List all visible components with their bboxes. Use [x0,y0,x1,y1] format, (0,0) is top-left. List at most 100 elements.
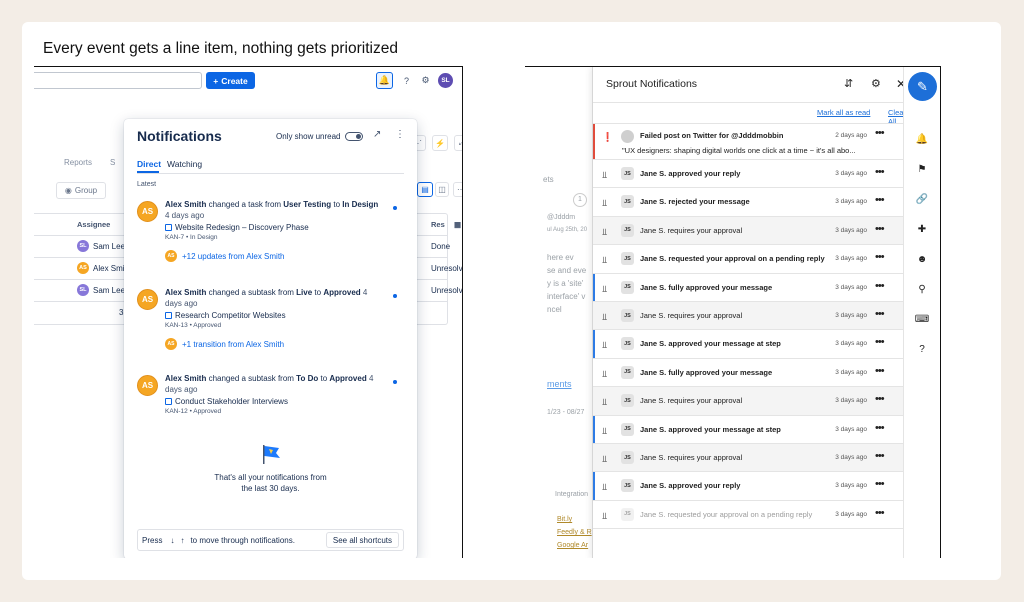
background-text: ncel [547,305,562,314]
avatar[interactable]: SL [438,73,453,88]
bell-icon[interactable]: 🔔 [914,131,930,147]
alert-notification-row[interactable]: ❗ Failed post on Twitter for @Jdddmobbin "… [593,124,905,160]
more-options-icon[interactable]: ••• [875,393,885,405]
issue-link[interactable]: Conduct Stakeholder Interviews [165,397,288,406]
timestamp: 3 days ago [835,510,867,518]
notification-row[interactable]: ⫫ JS Jane S. approved your message at step… [593,415,905,444]
notification-row[interactable]: ⫫ JS Jane S. approved your reply 3 days ago… [593,472,905,501]
more-options-icon[interactable]: ••• [875,507,885,519]
notification-text: Jane S. approved your message at step [640,424,781,434]
timestamp: 3 days ago [835,283,867,291]
notification-row[interactable]: ⫫ JS Jane S. rejected your message 3 days a… [593,188,905,217]
column-resolution[interactable]: Res [431,213,445,235]
notification-row[interactable]: ⫫ JS Jane S. requested your approval on a … [593,500,905,530]
notification-text: Jane S. requested your approval on a pen… [640,254,825,264]
more-options-icon[interactable]: ⋮ [395,129,405,140]
compose-icon[interactable]: ✎ [908,72,937,101]
more-options-icon[interactable]: ••• [875,194,885,206]
board-view-icon[interactable]: ◫ [435,182,449,197]
more-options-icon[interactable]: ••• [875,280,885,292]
more-icon[interactable]: ⋯ [453,182,462,197]
gear-icon[interactable]: ⚙ [417,72,434,89]
issue-link[interactable]: Website Redesign – Discovery Phase [165,223,309,232]
notification-row[interactable]: ⫫ JS Jane S. requires your approval 3 days … [593,444,905,473]
gear-icon[interactable]: ⚙ [871,77,881,90]
notification-row[interactable]: ⫫ JS Jane S. fully approved your message 3 … [593,358,905,388]
background-text: @Jdddm [547,214,576,221]
assignee-name: Sam Lee [93,241,126,251]
notification-text: Jane S. requires your approval [640,311,743,320]
background-link[interactable]: Bit.ly [557,516,572,523]
help-icon[interactable]: ? [914,341,930,357]
notification-row[interactable]: ⫫ JS Jane S. requires your approval 3 days … [593,216,905,246]
only-unread-toggle[interactable] [345,132,363,141]
more-options-icon[interactable]: ••• [875,450,885,462]
background-link[interactable]: ments [547,379,572,389]
unread-indicator [593,124,595,159]
add-icon[interactable]: ✚ [914,221,930,237]
expand-updates-link[interactable]: AS +12 updates from Alex Smith [165,250,285,262]
more-options-icon[interactable]: ••• [875,478,885,490]
unread-dot [393,380,397,384]
tab-watching[interactable]: Watching [167,159,202,169]
column-settings-icon[interactable]: ▦ [454,213,461,235]
more-options-icon[interactable]: ••• [875,127,885,139]
background-text: 1/23 - 08/27 [547,409,585,416]
notification-row[interactable]: ⫫ JS Jane S. fully approved your message 3 … [593,273,905,302]
avatar: AS [77,262,89,274]
more-options-icon[interactable]: ••• [875,308,885,320]
resolution-cell: Unresolved [431,286,463,295]
flag-illustration-icon [263,445,280,464]
divider [593,102,905,103]
group-button[interactable]: ◉ Group [56,182,106,199]
notification-row[interactable]: ⫫ JS Jane S. requires your approval 3 days … [593,302,905,331]
slide-heading: Every event gets a line item, nothing ge… [43,40,398,57]
issue-link[interactable]: Research Competitor Websites [165,311,286,320]
tab-partial[interactable]: S [110,158,115,167]
keyboard-icon[interactable]: ⌨ [914,311,930,327]
link-icon[interactable]: 🔗 [914,191,930,207]
column-assignee[interactable]: Assignee [77,213,110,235]
table-row[interactable]: SL Sam Lee [77,240,125,252]
approval-stamp-icon: ⫫ [602,368,608,379]
approval-stamp-icon: ⫫ [602,312,608,322]
see-all-shortcuts-button[interactable]: See all shortcuts [325,532,399,548]
filter-icon[interactable]: ⇵ [844,77,853,90]
automation-icon[interactable]: ⚡ [432,135,448,151]
expand-icon[interactable]: ⤢ [454,135,462,151]
resolution-cell: Unresolved [431,264,463,273]
more-options-icon[interactable]: ••• [875,223,885,235]
table-row[interactable]: SL Sam Lee [77,284,125,296]
background-link[interactable]: Feedly & R [557,529,592,536]
more-options-icon[interactable]: ••• [875,166,885,178]
more-options-icon[interactable]: ••• [875,365,885,377]
notification-row[interactable]: ⫫ JS Jane S. requested your approval on a … [593,245,905,274]
search-input[interactable] [34,72,202,89]
messages-icon[interactable]: ⚑ [914,161,930,177]
table-row[interactable]: AS Alex Smi [77,262,125,274]
help-icon[interactable]: ? [398,72,415,89]
search-icon[interactable]: ⚲ [914,281,930,297]
more-options-icon[interactable]: ••• [875,336,885,348]
open-external-icon[interactable]: ↗ [373,129,381,140]
create-button[interactable]: + Create [206,72,255,89]
notification-row[interactable]: ⫫ JS Jane S. approved your message at step… [593,330,905,359]
expand-updates-link[interactable]: AS +1 transition from Alex Smith [165,338,284,350]
subtask-icon [165,398,172,405]
list-view-icon[interactable]: ▤ [417,182,433,197]
tab-direct[interactable]: Direct [137,159,161,169]
notification-row[interactable]: ⫫ JS Jane S. approved your reply 3 days ago… [593,160,905,189]
avatar [621,130,634,143]
people-icon[interactable]: ☻ [914,251,930,267]
more-options-icon[interactable]: ••• [875,422,885,434]
timestamp: 3 days ago [835,226,867,234]
background-link[interactable]: Google Ar [557,542,588,549]
notification-text: Alex Smith changed a subtask from Live t… [165,288,368,308]
mark-all-read-link[interactable]: Mark all as read [817,108,870,117]
background-text: se and eve [547,266,587,275]
more-options-icon[interactable]: ••• [875,251,885,263]
bell-icon[interactable]: 🔔 [376,72,393,89]
section-label: Latest [137,181,157,188]
notification-row[interactable]: ⫫ JS Jane S. requires your approval 3 days … [593,387,905,416]
tab-reports[interactable]: Reports [64,158,92,167]
